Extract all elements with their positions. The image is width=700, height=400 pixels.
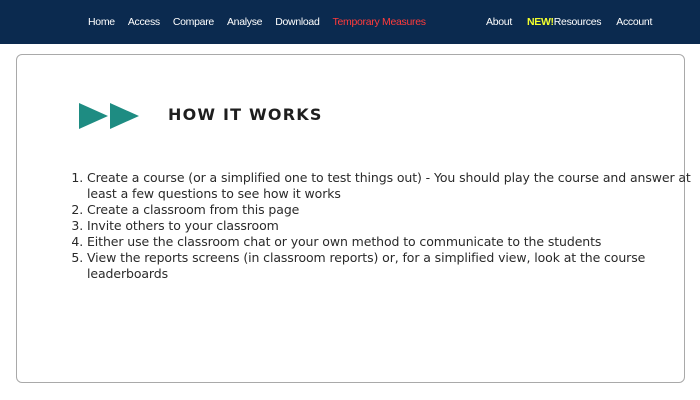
new-badge: NEW! xyxy=(526,16,554,28)
secondary-nav: About NEW!Resources Account xyxy=(486,0,667,44)
nav-access-link[interactable]: Access xyxy=(128,16,160,28)
nav-home-link[interactable]: Home xyxy=(88,16,115,28)
how-it-works-card: HOW IT WORKS Create a course (or a simpl… xyxy=(16,54,691,383)
nav-account-link[interactable]: Account xyxy=(616,16,652,28)
main-nav: Home Access Compare Analyse Download Tem… xyxy=(88,0,439,44)
nav-download-link[interactable]: Download xyxy=(275,16,320,28)
how-it-works-title: HOW IT WORKS xyxy=(168,105,323,124)
nav-temporary-measures-link[interactable]: Temporary Measures xyxy=(333,16,427,28)
nav-about-link[interactable]: About xyxy=(486,16,512,28)
step-item: Create a course (or a simplified one to … xyxy=(87,170,697,202)
steps-list: Create a course (or a simplified one to … xyxy=(67,170,697,282)
step-item: Create a classroom from this page xyxy=(87,202,697,218)
nav-compare-link[interactable]: Compare xyxy=(173,16,214,28)
nav-analyse-link[interactable]: Analyse xyxy=(227,16,263,28)
nav-resources-label: Resources xyxy=(553,16,602,28)
top-navigation-bar: Home Access Compare Analyse Download Tem… xyxy=(0,0,700,44)
step-item: Either use the classroom chat or your ow… xyxy=(87,234,697,250)
step-item: View the reports screens (in classroom r… xyxy=(87,250,697,282)
fast-forward-icon xyxy=(79,103,139,129)
nav-resources-link[interactable]: NEW!Resources xyxy=(526,16,602,28)
step-item: Invite others to your classroom xyxy=(87,218,697,234)
